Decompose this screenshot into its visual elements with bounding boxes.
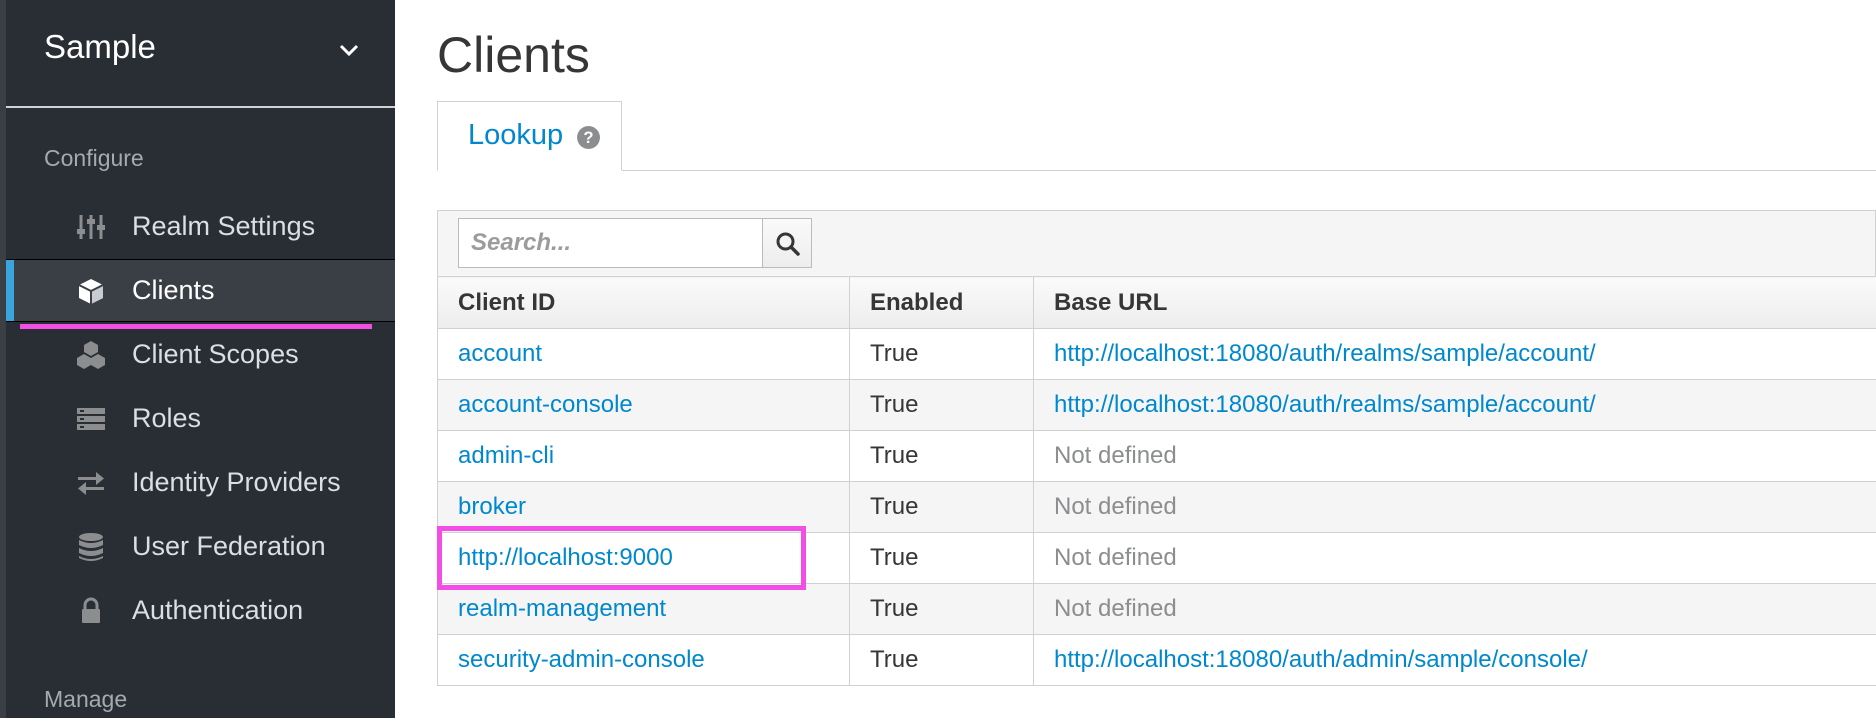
clients-table: Client ID Enabled Base URL account True … [437, 276, 1876, 686]
column-header-enabled[interactable]: Enabled [849, 276, 1034, 329]
lock-icon [82, 597, 100, 623]
column-header-client-id[interactable]: Client ID [437, 276, 850, 329]
tab-strip [437, 170, 1876, 171]
client-id-link[interactable]: broker [458, 493, 526, 520]
exchange-icon [78, 472, 104, 495]
search-button[interactable] [762, 218, 812, 268]
realm-selector[interactable]: Sample [6, 0, 395, 108]
base-url-link[interactable]: http://localhost:18080/auth/admin/sample… [1054, 646, 1588, 673]
base-url-cell: http://localhost:18080/auth/realms/sampl… [1033, 328, 1876, 380]
sidebar-item-user-federation[interactable]: User Federation [6, 516, 395, 578]
table-header-row: Client ID Enabled Base URL [437, 276, 1876, 329]
client-id-cell: account [437, 328, 850, 380]
base-url-link[interactable]: http://localhost:18080/auth/realms/sampl… [1054, 391, 1596, 418]
base-url-cell: Not defined [1033, 481, 1876, 533]
base-url-cell: Not defined [1033, 532, 1876, 584]
enabled-cell: True [849, 328, 1034, 380]
client-id-cell: realm-management [437, 583, 850, 635]
help-icon[interactable]: ? [576, 125, 601, 150]
client-id-link[interactable]: security-admin-console [458, 646, 705, 673]
enabled-cell: True [849, 481, 1034, 533]
sidebar-item-label: Identity Providers [132, 467, 341, 497]
sidebar-item-label: Authentication [132, 595, 304, 625]
table-row: broker True Not defined [437, 481, 1876, 533]
sidebar-item-client-scopes[interactable]: Client Scopes [6, 324, 395, 386]
client-id-cell: security-admin-console [437, 634, 850, 686]
table-toolbar [437, 210, 1876, 276]
section-label-manage: Manage [44, 686, 128, 712]
sidebar-item-label: Client Scopes [132, 339, 299, 369]
search-input[interactable] [458, 218, 763, 268]
enabled-cell: True [849, 583, 1034, 635]
svg-text:?: ? [583, 128, 593, 147]
enabled-cell: True [849, 634, 1034, 686]
sidebar-item-roles[interactable]: Roles [6, 388, 395, 450]
page-title: Clients [437, 27, 590, 83]
chevron-down-icon [339, 44, 359, 57]
cube-icon [78, 279, 104, 304]
enabled-cell: True [849, 430, 1034, 482]
sidebar-item-label: User Federation [132, 531, 326, 561]
table-row: account-console True http://localhost:18… [437, 379, 1876, 431]
sliders-icon [77, 215, 105, 239]
base-url-link[interactable]: http://localhost:18080/auth/realms/sampl… [1054, 340, 1596, 367]
sidebar-item-realm-settings[interactable]: Realm Settings [6, 196, 395, 258]
sidebar-item-authentication[interactable]: Authentication [6, 580, 395, 642]
client-id-link[interactable]: account [458, 340, 542, 367]
database-icon [79, 533, 103, 561]
table-row: http://localhost:9000 True Not defined [437, 532, 1876, 584]
realm-name: Sample [44, 28, 156, 65]
list-icon [77, 408, 105, 430]
column-header-base-url[interactable]: Base URL [1033, 276, 1876, 329]
base-url-cell: Not defined [1033, 430, 1876, 482]
client-id-link[interactable]: admin-cli [458, 442, 554, 469]
client-id-cell: http://localhost:9000 [437, 532, 850, 584]
client-id-cell: broker [437, 481, 850, 533]
base-url-cell: http://localhost:18080/auth/admin/sample… [1033, 634, 1876, 686]
client-id-cell: account-console [437, 379, 850, 431]
sidebar-item-label: Realm Settings [132, 211, 316, 241]
client-id-link[interactable]: realm-management [458, 595, 666, 622]
base-url-cell: Not defined [1033, 583, 1876, 635]
tab-label: Lookup [468, 119, 564, 151]
enabled-cell: True [849, 532, 1034, 584]
sidebar-item-identity-providers[interactable]: Identity Providers [6, 452, 395, 514]
client-id-cell: admin-cli [437, 430, 850, 482]
table-row: security-admin-console True http://local… [437, 634, 1876, 686]
sidebar-item-label: Clients [132, 275, 215, 305]
enabled-cell: True [849, 379, 1034, 431]
main-content: Clients Lookup ? Client ID Enabled Base … [395, 0, 1876, 718]
table-row: realm-management True Not defined [437, 583, 1876, 635]
sidebar-item-clients[interactable]: Clients [6, 259, 395, 322]
base-url-cell: http://localhost:18080/auth/realms/sampl… [1033, 379, 1876, 431]
sidebar: Sample Configure Realm Settings Clients [0, 0, 395, 718]
search-icon [776, 232, 800, 256]
client-id-link[interactable]: http://localhost:9000 [458, 544, 673, 571]
tab-lookup[interactable]: Lookup ? [437, 101, 622, 171]
cubes-icon [77, 341, 105, 369]
client-id-link[interactable]: account-console [458, 391, 633, 418]
table-row: account True http://localhost:18080/auth… [437, 328, 1876, 380]
sidebar-item-label: Roles [132, 403, 202, 433]
table-row: admin-cli True Not defined [437, 430, 1876, 482]
section-label-configure: Configure [44, 145, 144, 171]
